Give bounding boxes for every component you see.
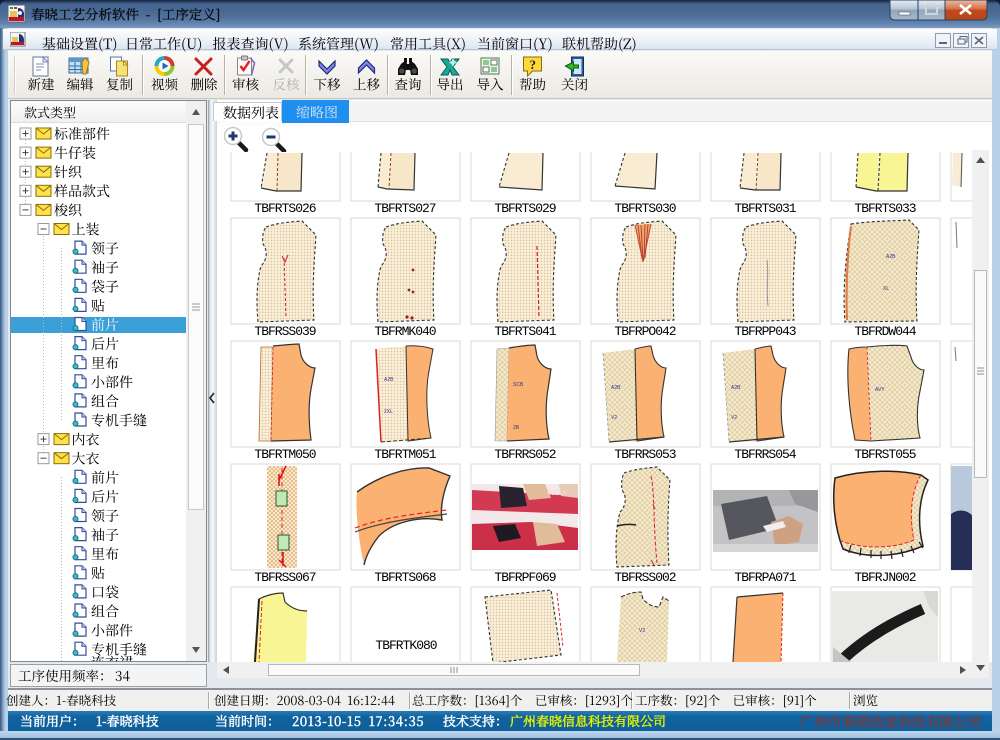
svg-text:2XL: 2XL xyxy=(384,409,393,415)
svg-text:V2: V2 xyxy=(639,628,645,634)
svg-text:XL: XL xyxy=(883,286,889,292)
svg-text:A2B: A2B xyxy=(731,385,741,391)
svg-text:A2B: A2B xyxy=(886,254,896,260)
svg-text:A2B: A2B xyxy=(611,385,621,391)
svg-text:AVY: AVY xyxy=(875,387,885,393)
svg-text:6015R: 6015R xyxy=(547,490,568,497)
svg-text:A2B: A2B xyxy=(384,377,394,383)
svg-text:?: ? xyxy=(530,57,537,72)
svg-text:2B: 2B xyxy=(513,425,520,431)
svg-text:V2: V2 xyxy=(731,415,737,421)
svg-text:SCB: SCB xyxy=(513,382,524,388)
svg-text:V2: V2 xyxy=(611,415,617,421)
